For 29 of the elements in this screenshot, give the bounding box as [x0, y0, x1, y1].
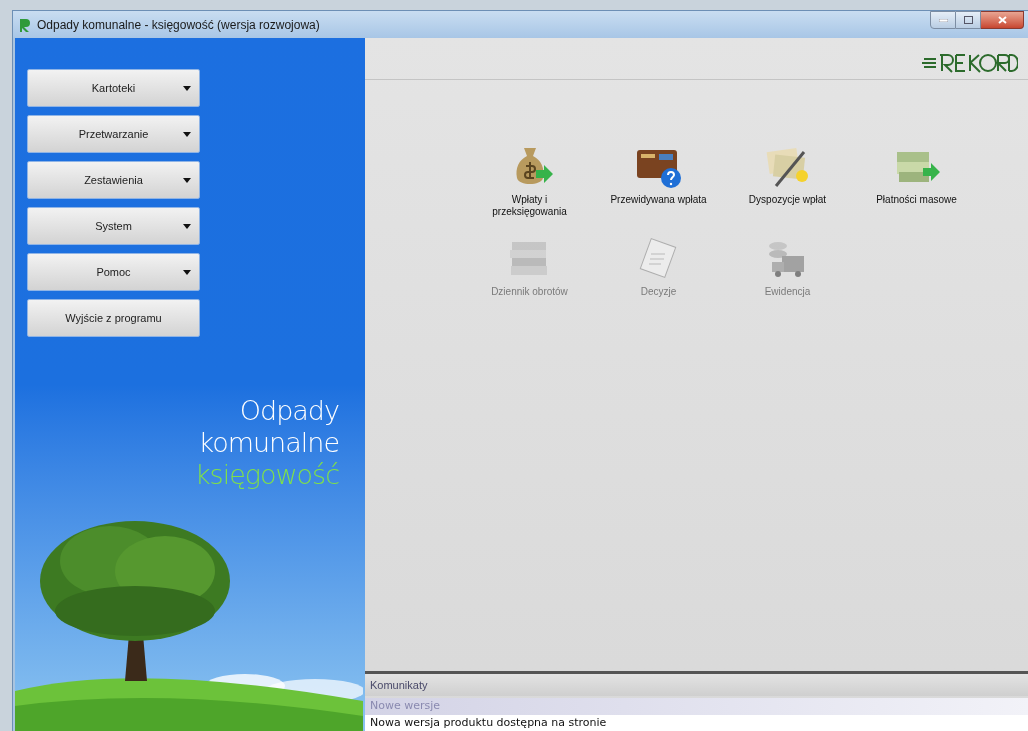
maximize-button[interactable] — [956, 11, 981, 29]
group-header: Nowe wersje — [370, 698, 441, 715]
menu-button[interactable]: Zestawienia — [27, 161, 200, 199]
caret-icon — [183, 224, 191, 229]
menu-button[interactable]: Kartoteki — [27, 69, 200, 107]
caret-icon — [183, 178, 191, 183]
panel-title: Komunikaty — [370, 677, 428, 693]
close-icon — [997, 16, 1007, 24]
module-tile[interactable]: Wpłaty i przeksięgowania — [465, 142, 594, 218]
module-tile[interactable]: Płatności masowe — [852, 142, 981, 218]
caret-icon — [183, 270, 191, 275]
caret-icon — [183, 132, 191, 137]
caret-icon — [183, 86, 191, 91]
message-text: Nowa wersja produktu dostępna na stronie — [370, 714, 607, 731]
branding-text: Odpady — [239, 395, 339, 427]
menu-button[interactable]: Przetwarzanie — [27, 115, 200, 153]
close-button[interactable] — [981, 11, 1024, 29]
module-tile[interactable]: Dyspozycje wpłat — [723, 142, 852, 218]
branding-text: komunalne — [198, 427, 339, 459]
minimize-button[interactable] — [930, 11, 956, 29]
menu-button[interactable]: System — [27, 207, 200, 245]
maximize-icon — [963, 16, 973, 24]
module-tile[interactable]: Przewidywana wpłata — [594, 142, 723, 218]
branding-text: księgowość — [194, 459, 339, 491]
menu-button[interactable]: Wyjście z programu — [27, 299, 200, 337]
window-title: Odpady komunalne - księgowość (wersja rozwojowa) — [37, 16, 320, 34]
app-logo-icon — [17, 16, 33, 33]
minimize-icon — [938, 18, 948, 22]
menu-button[interactable]: Pomoc — [27, 253, 200, 291]
